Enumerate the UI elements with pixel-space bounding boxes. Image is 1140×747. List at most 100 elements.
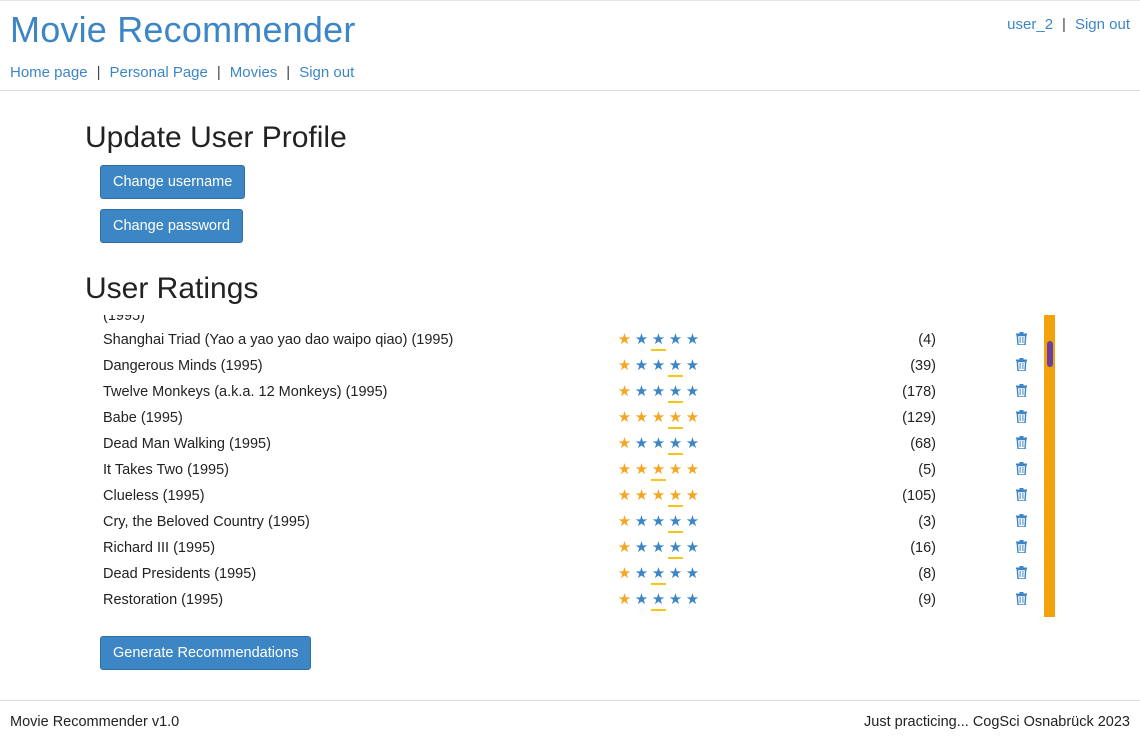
movie-title: Richard III (1995)	[103, 540, 216, 556]
trash-icon[interactable]	[1016, 384, 1027, 397]
nav-sign-out-link[interactable]: Sign out	[299, 64, 354, 81]
star-rating[interactable]: ★ ★ ★ ★ ★	[616, 382, 701, 403]
star-icon[interactable]: ★	[667, 460, 684, 478]
trash-icon[interactable]	[1016, 540, 1027, 553]
star-icon[interactable]: ★	[684, 356, 701, 374]
star-icon[interactable]: ★	[616, 590, 633, 608]
star-icon[interactable]: ★	[684, 512, 701, 530]
star-icon[interactable]: ★	[633, 460, 650, 478]
user-sign-out-link[interactable]: Sign out	[1075, 16, 1130, 33]
trash-icon[interactable]	[1016, 514, 1027, 527]
nav-home-link[interactable]: Home page	[10, 64, 88, 81]
star-icon[interactable]: ★	[633, 356, 650, 374]
profile-title: Update User Profile	[85, 121, 347, 154]
star-icon[interactable]: ★	[650, 460, 667, 481]
star-icon[interactable]: ★	[616, 512, 633, 530]
star-rating[interactable]: ★ ★ ★ ★ ★	[616, 538, 701, 559]
nav-movies-link[interactable]: Movies	[230, 64, 278, 81]
rating-count: (9)	[918, 592, 936, 608]
star-rating[interactable]: ★ ★ ★ ★ ★	[616, 486, 701, 507]
star-icon[interactable]: ★	[684, 382, 701, 400]
star-icon[interactable]: ★	[633, 408, 650, 426]
ratings-scrollbar[interactable]	[1044, 315, 1055, 617]
rating-count: (3)	[918, 514, 936, 530]
movie-title: Clueless (1995)	[103, 488, 205, 504]
star-icon[interactable]: ★	[667, 538, 684, 559]
star-icon[interactable]: ★	[633, 486, 650, 504]
star-rating[interactable]: ★ ★ ★ ★ ★	[616, 408, 701, 429]
star-icon[interactable]: ★	[667, 356, 684, 377]
star-icon[interactable]: ★	[684, 538, 701, 556]
star-icon[interactable]: ★	[633, 330, 650, 348]
star-icon[interactable]: ★	[684, 460, 701, 478]
star-icon[interactable]: ★	[650, 382, 667, 400]
star-icon[interactable]: ★	[633, 564, 650, 582]
star-icon[interactable]: ★	[650, 330, 667, 351]
nav-personal-link[interactable]: Personal Page	[109, 64, 207, 81]
rating-count: (4)	[918, 332, 936, 348]
star-icon[interactable]: ★	[667, 330, 684, 348]
star-icon[interactable]: ★	[616, 356, 633, 374]
star-icon[interactable]: ★	[616, 460, 633, 478]
star-icon[interactable]: ★	[667, 434, 684, 455]
star-icon[interactable]: ★	[667, 564, 684, 582]
star-icon[interactable]: ★	[684, 486, 701, 504]
current-user-link[interactable]: user_2	[1007, 16, 1053, 33]
star-icon[interactable]: ★	[650, 486, 667, 504]
trash-icon[interactable]	[1016, 410, 1027, 423]
star-icon[interactable]: ★	[667, 382, 684, 403]
star-icon[interactable]: ★	[616, 486, 633, 504]
star-icon[interactable]: ★	[650, 434, 667, 452]
generate-recommendations-button[interactable]: Generate Recommendations	[100, 636, 312, 670]
star-icon[interactable]: ★	[633, 382, 650, 400]
star-icon[interactable]: ★	[667, 408, 684, 429]
star-icon[interactable]: ★	[650, 538, 667, 556]
star-icon[interactable]: ★	[684, 564, 701, 582]
star-icon[interactable]: ★	[616, 382, 633, 400]
star-icon[interactable]: ★	[616, 538, 633, 556]
star-rating[interactable]: ★ ★ ★ ★ ★	[616, 434, 701, 455]
star-icon[interactable]: ★	[684, 590, 701, 608]
trash-icon[interactable]	[1016, 592, 1027, 605]
star-rating[interactable]: ★ ★ ★ ★ ★	[616, 330, 701, 351]
ratings-list[interactable]: (1995) Shanghai Triad (Yao a yao yao dao…	[100, 315, 1056, 617]
star-icon[interactable]: ★	[667, 590, 684, 608]
trash-icon[interactable]	[1016, 462, 1027, 475]
star-icon[interactable]: ★	[633, 538, 650, 556]
star-icon[interactable]: ★	[650, 408, 667, 426]
star-icon[interactable]: ★	[633, 590, 650, 608]
star-icon[interactable]: ★	[616, 564, 633, 582]
star-rating[interactable]: ★ ★ ★ ★ ★	[616, 564, 701, 585]
star-icon[interactable]: ★	[650, 564, 667, 585]
trash-icon[interactable]	[1016, 332, 1027, 345]
star-icon[interactable]: ★	[616, 330, 633, 348]
movie-title: Dangerous Minds (1995)	[103, 358, 263, 374]
trash-icon[interactable]	[1016, 488, 1027, 501]
star-icon[interactable]: ★	[650, 590, 667, 611]
trash-icon[interactable]	[1016, 358, 1027, 371]
star-icon[interactable]: ★	[667, 486, 684, 507]
star-icon[interactable]: ★	[633, 512, 650, 530]
trash-icon[interactable]	[1016, 436, 1027, 449]
rating-row: Richard III (1995) ★ ★ ★ ★ ★ (16)	[100, 536, 1040, 562]
star-icon[interactable]: ★	[684, 434, 701, 452]
star-icon[interactable]: ★	[650, 356, 667, 374]
star-rating[interactable]: ★ ★ ★ ★ ★	[616, 512, 701, 533]
star-icon[interactable]: ★	[667, 512, 684, 533]
movie-title: Dead Presidents (1995)	[103, 566, 257, 582]
star-rating[interactable]: ★ ★ ★ ★ ★	[616, 356, 701, 377]
star-icon[interactable]: ★	[616, 434, 633, 452]
rating-row: Babe (1995) ★ ★ ★ ★ ★ (129)	[100, 406, 1040, 432]
site-brand[interactable]: Movie Recommender	[10, 9, 356, 51]
star-icon[interactable]: ★	[684, 408, 701, 426]
star-rating[interactable]: ★ ★ ★ ★ ★	[616, 460, 701, 481]
star-rating[interactable]: ★ ★ ★ ★ ★	[616, 590, 701, 611]
change-username-button[interactable]: Change username	[100, 165, 246, 199]
star-icon[interactable]: ★	[684, 330, 701, 348]
star-icon[interactable]: ★	[650, 512, 667, 530]
trash-icon[interactable]	[1016, 566, 1027, 579]
change-password-button[interactable]: Change password	[100, 209, 243, 243]
star-icon[interactable]: ★	[633, 434, 650, 452]
star-icon[interactable]: ★	[616, 408, 633, 426]
scrollbar-thumb[interactable]	[1047, 341, 1053, 367]
